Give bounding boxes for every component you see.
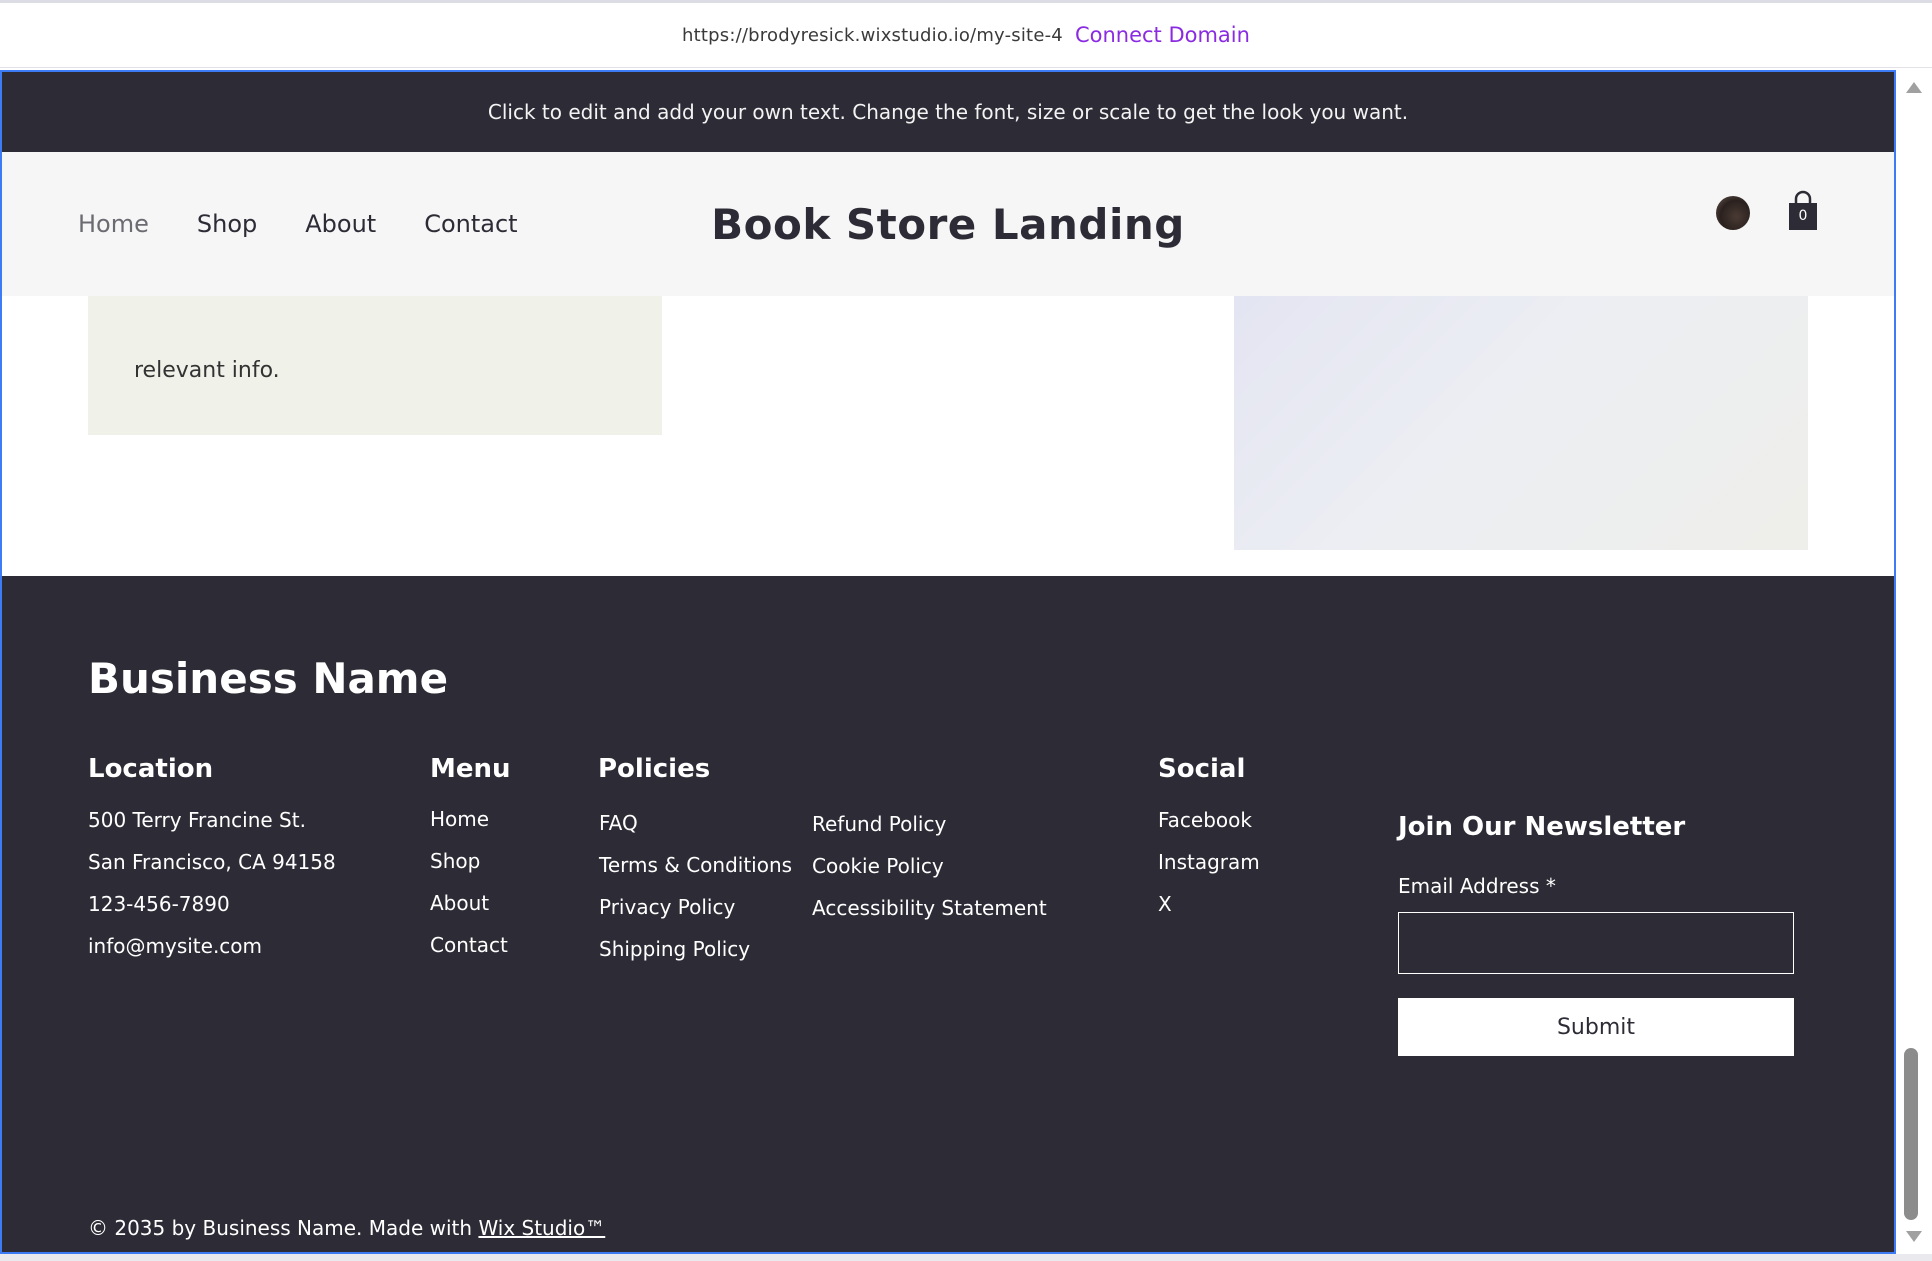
policy-link[interactable]: Shipping Policy <box>599 928 792 970</box>
location-line: San Francisco, CA 94158 <box>88 850 336 874</box>
policy-link[interactable]: Cookie Policy <box>812 845 1047 887</box>
nav-item-home[interactable]: Home <box>78 210 149 238</box>
scroll-down-arrow-icon[interactable] <box>1906 1231 1922 1242</box>
submit-button[interactable]: Submit <box>1398 998 1794 1056</box>
announcement-bar: Click to edit and add your own text. Cha… <box>2 72 1894 152</box>
nav-item-about[interactable]: About <box>305 210 376 238</box>
menu-heading: Menu <box>430 754 511 784</box>
site-footer: Business Name Location 500 Terry Francin… <box>2 576 1894 1252</box>
user-avatar[interactable] <box>1716 196 1750 230</box>
policies-list-2: Refund Policy Cookie Policy Accessibilit… <box>812 803 1047 929</box>
newsletter-heading: Join Our Newsletter <box>1398 812 1686 842</box>
footer-menu-item[interactable]: Contact <box>430 924 508 966</box>
social-heading: Social <box>1158 754 1246 784</box>
location-list: 500 Terry Francine St. San Francisco, CA… <box>88 799 336 967</box>
footer-menu-list: Home Shop About Contact <box>430 798 508 966</box>
footer-business-name: Business Name <box>88 654 449 703</box>
copyright-prefix: © 2035 by Business Name. Made with <box>88 1216 479 1240</box>
site-header: Home Shop About Contact Book Store Landi… <box>2 152 1894 296</box>
content-card: relevant info. <box>88 282 662 435</box>
location-heading: Location <box>88 754 214 784</box>
url-bar: https://brodyresick.wixstudio.io/my-site… <box>0 0 1932 68</box>
cart-count: 0 <box>1798 208 1808 224</box>
email-field-label: Email Address * <box>1398 874 1556 898</box>
scrollbar-thumb[interactable] <box>1904 1048 1918 1220</box>
bottom-divider <box>0 1254 1932 1261</box>
site-preview: Click to edit and add your own text. Cha… <box>0 70 1896 1254</box>
social-link-instagram[interactable]: Instagram <box>1158 841 1260 883</box>
social-link-x[interactable]: X <box>1158 883 1260 925</box>
policies-heading: Policies <box>598 754 711 784</box>
social-list: Facebook Instagram X <box>1158 799 1260 925</box>
policy-link[interactable]: FAQ <box>599 802 792 844</box>
email-link[interactable]: info@mysite.com <box>88 925 336 967</box>
policies-list-1: FAQ Terms & Conditions Privacy Policy Sh… <box>599 802 792 970</box>
content-card-text: relevant info. <box>134 358 280 383</box>
footer-menu-item[interactable]: Shop <box>430 840 508 882</box>
main-nav: Home Shop About Contact <box>78 152 518 296</box>
footer-menu-item[interactable]: Home <box>430 798 508 840</box>
cart-button[interactable]: 0 <box>1786 190 1820 232</box>
location-line: 500 Terry Francine St. <box>88 808 306 832</box>
social-link-facebook[interactable]: Facebook <box>1158 799 1260 841</box>
nav-item-contact[interactable]: Contact <box>424 210 517 238</box>
policy-link[interactable]: Privacy Policy <box>599 886 792 928</box>
policy-link[interactable]: Accessibility Statement <box>812 887 1047 929</box>
scroll-up-arrow-icon[interactable] <box>1906 82 1922 93</box>
copyright-text: © 2035 by Business Name. Made with Wix S… <box>88 1216 605 1240</box>
policy-link[interactable]: Terms & Conditions <box>599 844 792 886</box>
content-image <box>1234 272 1808 550</box>
announcement-text[interactable]: Click to edit and add your own text. Cha… <box>488 100 1408 124</box>
policy-link[interactable]: Refund Policy <box>812 803 1047 845</box>
phone-number: 123-456-7890 <box>88 892 230 916</box>
footer-menu-item[interactable]: About <box>430 882 508 924</box>
site-url: https://brodyresick.wixstudio.io/my-site… <box>682 24 1063 46</box>
email-field[interactable] <box>1398 912 1794 974</box>
wix-studio-link[interactable]: Wix Studio™ <box>478 1216 605 1240</box>
nav-item-shop[interactable]: Shop <box>197 210 257 238</box>
connect-domain-link[interactable]: Connect Domain <box>1075 23 1250 47</box>
